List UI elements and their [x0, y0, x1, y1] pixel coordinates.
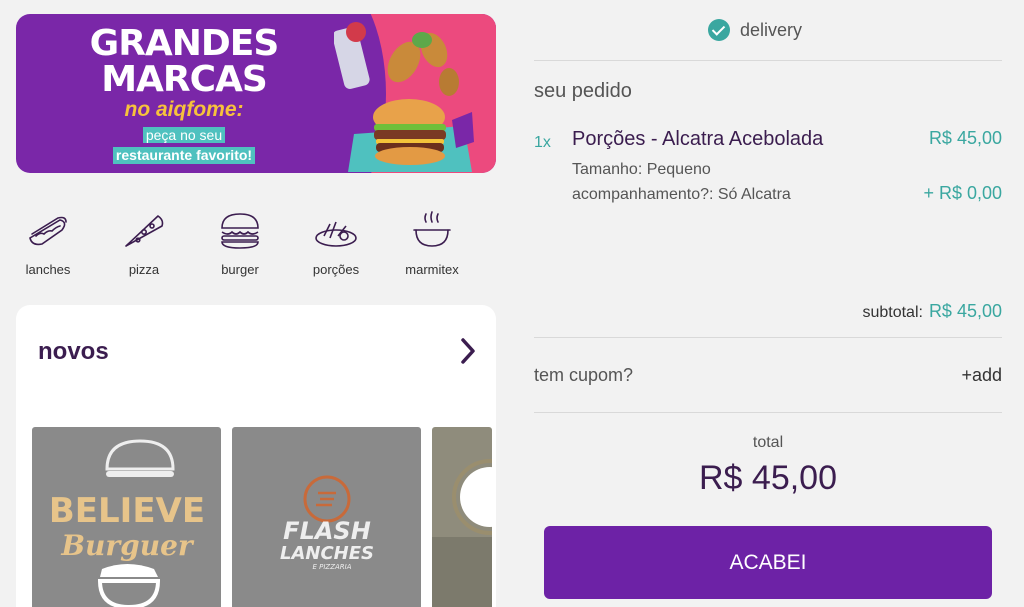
divider: [534, 60, 1002, 61]
promo-banner[interactable]: GRANDES MARCAS no aiqfome: peça no seu r…: [16, 14, 496, 173]
category-pizza[interactable]: pizza: [104, 210, 184, 277]
believe-logo: BELIEVE Burguer: [49, 439, 205, 607]
novos-title: novos: [38, 338, 109, 365]
chevron-right-icon[interactable]: [458, 337, 478, 365]
svg-text:LANCHES: LANCHES: [280, 543, 374, 564]
category-lanches[interactable]: lanches: [8, 210, 88, 277]
item-name[interactable]: Porções - Alcatra Acebolada: [572, 128, 823, 151]
item-quantity: 1x: [534, 134, 551, 151]
burger-illustration: [334, 22, 474, 172]
svg-text:BELIEVE: BELIEVE: [49, 491, 205, 531]
category-label: porções: [312, 262, 360, 277]
restaurant-card-partial[interactable]: [432, 427, 492, 607]
subtotal-label: subtotal:: [862, 304, 923, 321]
total-value: R$ 45,00: [699, 459, 837, 497]
subtotal-value: R$ 45,00: [928, 301, 1002, 321]
category-porcoes[interactable]: porções: [296, 210, 376, 277]
order-panel: delivery seu pedido 1x Porções - Alcatra…: [512, 0, 1024, 607]
item-option-side: acompanhamento?: Só Alcatra: [572, 186, 791, 203]
finish-order-button[interactable]: ACABEI: [544, 526, 992, 599]
banner-line-1: GRANDES: [89, 23, 280, 64]
partial-restaurant-image: [432, 459, 492, 607]
svg-text:FLASH: FLASH: [283, 517, 371, 545]
coupon-label: tem cupom?: [534, 365, 634, 385]
category-label: marmitex: [405, 262, 459, 277]
restaurant-card-believe[interactable]: BELIEVE Burguer: [32, 427, 221, 607]
banner-line-2: MARCAS: [101, 59, 268, 100]
category-marmitex[interactable]: marmitex: [392, 210, 472, 277]
total-label: total: [752, 434, 784, 451]
category-label: pizza: [128, 262, 160, 277]
hotdog-icon: [29, 216, 67, 246]
category-list: lanches pizza burger porções marmitex: [0, 210, 500, 290]
order-section-title: seu pedido: [534, 80, 632, 102]
banner-line-5: restaurante favorito!: [112, 147, 256, 164]
category-label: burger: [221, 262, 259, 277]
home-panel: GRANDES MARCAS no aiqfome: peça no seu r…: [0, 0, 512, 607]
item-price: R$ 45,00: [928, 128, 1002, 148]
divider: [534, 337, 1002, 338]
divider: [534, 412, 1002, 413]
add-coupon-button[interactable]: +add: [961, 365, 1002, 386]
category-burger[interactable]: burger: [200, 210, 280, 277]
novos-card: novos BELIEVE Burguer FLASH LANCHES E PI…: [16, 305, 496, 607]
pizza-icon: [125, 215, 164, 247]
item-option-price: + R$ 0,00: [923, 183, 1002, 203]
item-option-size: Tamanho: Pequeno: [572, 161, 711, 178]
subtotal-row: subtotal: R$ 45,00: [862, 301, 1002, 322]
marmitex-icon: [413, 211, 451, 247]
svg-text:E PIZZARIA: E PIZZARIA: [312, 563, 351, 571]
check-circle-icon: [708, 19, 730, 41]
delivery-label: delivery: [740, 19, 803, 40]
banner-text: GRANDES MARCAS no aiqfome: peça no seu r…: [84, 26, 284, 165]
portions-icon: [315, 221, 357, 247]
restaurant-card-flash[interactable]: FLASH LANCHES E PIZZARIA: [232, 427, 421, 607]
category-label: lanches: [25, 262, 71, 277]
svg-text:Burguer: Burguer: [60, 529, 195, 562]
banner-line-3: no aiqfome:: [124, 98, 244, 121]
delivery-option[interactable]: delivery: [708, 18, 802, 42]
burger-icon: [221, 213, 259, 249]
flash-logo: FLASH LANCHES E PIZZARIA: [280, 475, 374, 571]
banner-line-4: peça no seu: [142, 127, 226, 143]
